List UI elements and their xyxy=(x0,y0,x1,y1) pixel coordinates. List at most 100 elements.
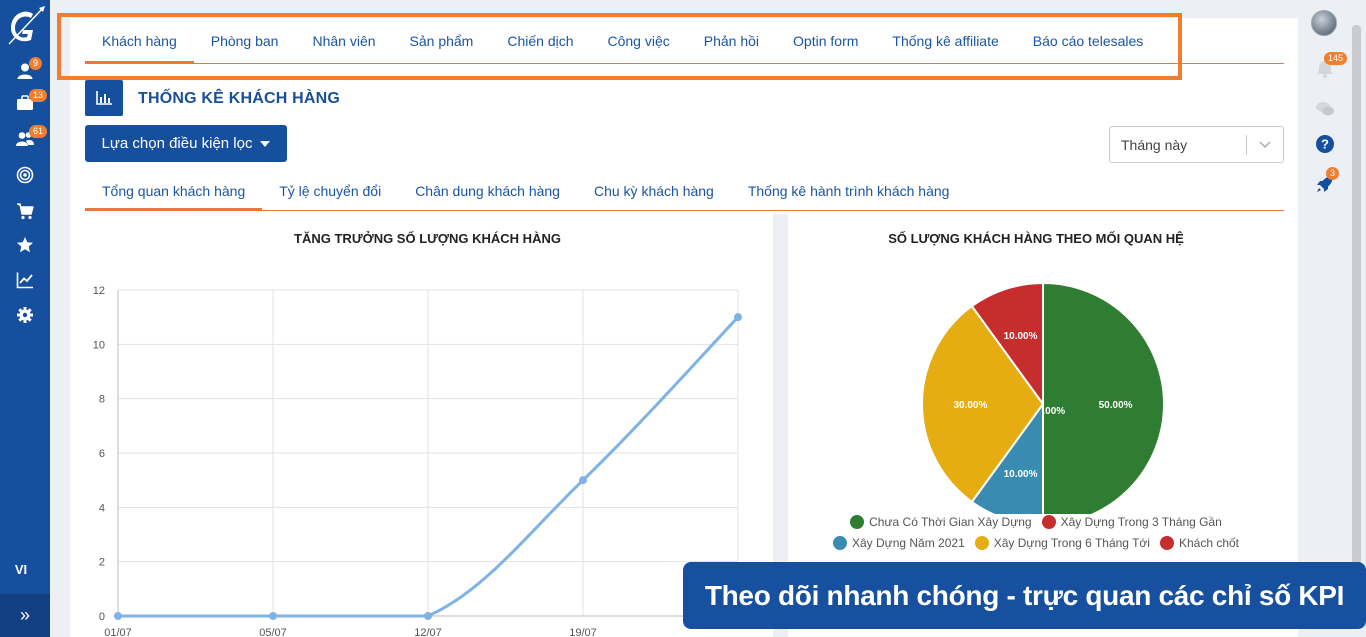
legend-row: Chưa Có Thời Gian Xây Dựng Xây Dựng Trong… xyxy=(788,515,1284,529)
period-select-value: Tháng này xyxy=(1121,136,1188,153)
pie-chart: 50.00%0.00%10.00%30.00%10.00% xyxy=(921,281,1165,527)
growth-chart-card: TĂNG TRƯỞNG SỐ LƯỢNG KHÁCH HÀNG 0 2 4 6 8 10 1… xyxy=(85,214,770,637)
x-tick-label: 05/07 xyxy=(259,627,287,637)
legend-swatch xyxy=(832,536,847,550)
period-select[interactable]: Tháng này xyxy=(1109,126,1284,163)
legend-swatch xyxy=(850,515,865,529)
line-chart: 0 2 4 6 8 10 12 01/07 05/07 12/07 19/07 xyxy=(93,285,742,637)
pie-slice-label: 30.00% xyxy=(953,400,987,411)
pie-slice-label: 10.00% xyxy=(1004,469,1038,480)
legend-swatch xyxy=(1041,515,1056,529)
top-tab-bar: Khách hàng Phòng ban Nhân viên Sản phẩm … xyxy=(85,18,1284,64)
data-point[interactable] xyxy=(424,612,432,620)
sidebar-expand-button[interactable]: » xyxy=(0,594,50,637)
chevron-down-icon[interactable] xyxy=(1247,140,1283,149)
tab-staff[interactable]: Nhân viên xyxy=(295,18,392,63)
sidebar-item-shop[interactable] xyxy=(0,196,50,226)
page-title: THỐNG KÊ KHÁCH HÀNG xyxy=(138,90,341,107)
pie-slice-label: 50.00% xyxy=(1099,400,1133,411)
promo-banner: Theo dõi nhanh chóng - trực quan các chỉ… xyxy=(683,562,1366,629)
tab-customers[interactable]: Khách hàng xyxy=(85,18,194,63)
legend-label: Xây Dựng Trong 6 Tháng Tới xyxy=(993,536,1150,550)
sidebar-item-campaigns[interactable] xyxy=(0,160,50,190)
notifications-badge: 145 xyxy=(1324,52,1348,65)
rocket-badge: 3 xyxy=(1326,167,1340,180)
legend-label: Xây Dựng Trong 3 Tháng Gần xyxy=(1060,515,1222,529)
sidebar-item-departments[interactable]: 13 xyxy=(0,88,50,118)
data-point[interactable] xyxy=(579,476,587,485)
tab-optin-form[interactable]: Optin form xyxy=(776,18,875,63)
tab-telesales-report[interactable]: Báo cáo telesales xyxy=(1016,18,1161,63)
legend-label: Xây Dựng Năm 2021 xyxy=(851,536,965,550)
legend-label: Khách chốt xyxy=(1178,536,1240,550)
subtab-conversion-rate[interactable]: Tỷ lệ chuyển đổi xyxy=(262,172,398,210)
subtab-customer-cycle[interactable]: Chu kỳ khách hàng xyxy=(577,172,731,210)
data-point[interactable] xyxy=(269,612,277,620)
subtab-customer-persona[interactable]: Chân dung khách hàng xyxy=(398,172,577,210)
sidebar-item-staff[interactable]: 61 xyxy=(0,124,50,154)
main-panel: Khách hàng Phòng ban Nhân viên Sản phẩm … xyxy=(70,18,1298,637)
sidebar-badge: 13 xyxy=(29,89,48,102)
help-button[interactable]: ? xyxy=(1312,131,1338,157)
y-tick-label: 2 xyxy=(99,557,105,569)
legend-item[interactable]: Xây Dựng Trong 6 Tháng Tới xyxy=(974,536,1150,550)
sidebar-item-favorites[interactable] xyxy=(0,230,50,260)
tab-affiliate-stats[interactable]: Thống kê affiliate xyxy=(875,18,1015,63)
legend-item[interactable]: Xây Dựng Trong 3 Tháng Gần xyxy=(1041,515,1222,529)
star-icon xyxy=(17,237,33,253)
left-sidebar: 9 13 61 VI » xyxy=(0,0,50,637)
tab-campaigns[interactable]: Chiến dịch xyxy=(490,18,590,63)
legend-label: Chưa Có Thời Gian Xây Dựng xyxy=(869,515,1032,529)
scrollbar-thumb[interactable] xyxy=(1352,25,1361,615)
double-chevron-right-icon: » xyxy=(19,605,30,625)
subtab-overview[interactable]: Tổng quan khách hàng xyxy=(85,172,263,210)
y-tick-label: 0 xyxy=(99,611,105,623)
tab-departments[interactable]: Phòng ban xyxy=(194,18,296,63)
promo-text: Theo dõi nhanh chóng - trực quan các chỉ… xyxy=(704,579,1345,611)
bar-chart-icon xyxy=(96,91,112,105)
legend-item[interactable]: Xây Dựng Năm 2021 xyxy=(832,536,965,550)
sub-tab-bar: Tổng quan khách hàng Tỷ lệ chuyển đổi Ch… xyxy=(85,172,1284,211)
legend-swatch xyxy=(1159,536,1174,550)
chat-button[interactable] xyxy=(1312,96,1338,122)
sidebar-badge: 61 xyxy=(29,125,48,138)
legend-item[interactable]: Chưa Có Thời Gian Xây Dựng xyxy=(850,515,1032,529)
filter-button-label: Lựa chọn điều kiện lọc xyxy=(101,135,253,152)
sidebar-item-settings[interactable] xyxy=(0,300,50,330)
y-tick-label: 12 xyxy=(93,285,105,297)
pie-chart-title: SỐ LƯỢNG KHÁCH HÀNG THEO MỐI QUAN HỆ xyxy=(888,231,1184,246)
subtab-customer-journey[interactable]: Thống kê hành trình khách hàng xyxy=(731,172,967,210)
sidebar-item-reports[interactable] xyxy=(0,265,50,295)
pie-slice-label: 10.00% xyxy=(1004,331,1038,342)
tab-products[interactable]: Sản phẩm xyxy=(393,18,491,63)
stats-title-badge xyxy=(85,80,123,116)
avatar[interactable] xyxy=(1311,10,1337,36)
tab-tasks[interactable]: Công việc xyxy=(591,18,687,63)
language-switch[interactable]: VI xyxy=(0,562,42,577)
y-tick-label: 8 xyxy=(99,394,105,406)
data-point[interactable] xyxy=(734,313,742,322)
line-chart-title: TĂNG TRƯỞNG SỐ LƯỢNG KHÁCH HÀNG xyxy=(294,231,561,246)
rocket-button[interactable]: 3 xyxy=(1312,167,1340,197)
target-icon xyxy=(16,166,34,184)
pie-legend: Chưa Có Thời Gian Xây Dựng Xây Dựng Trong… xyxy=(788,515,1284,557)
gear-icon xyxy=(17,307,33,323)
x-tick-label: 12/07 xyxy=(414,627,442,637)
legend-swatch xyxy=(974,536,989,550)
pie-slice[interactable] xyxy=(1042,281,1165,527)
app-logo-icon[interactable] xyxy=(3,4,47,48)
caret-down-icon xyxy=(260,140,271,147)
legend-row: Xây Dựng Năm 2021 Xây Dựng Trong 6 Tháng … xyxy=(788,536,1284,550)
sidebar-item-customers[interactable]: 9 xyxy=(0,56,50,86)
y-tick-label: 6 xyxy=(99,448,105,460)
filter-conditions-button[interactable]: Lựa chọn điều kiện lọc xyxy=(85,125,287,162)
y-tick-label: 10 xyxy=(93,339,105,351)
tab-feedback[interactable]: Phản hồi xyxy=(687,18,776,63)
data-point[interactable] xyxy=(114,612,122,620)
x-tick-label: 19/07 xyxy=(569,627,597,637)
notifications-button[interactable]: 145 xyxy=(1312,52,1348,82)
legend-item[interactable]: Khách chốt xyxy=(1159,536,1240,550)
svg-text:?: ? xyxy=(1321,137,1329,152)
chart-line-icon xyxy=(16,272,33,289)
y-tick-label: 4 xyxy=(99,502,105,514)
